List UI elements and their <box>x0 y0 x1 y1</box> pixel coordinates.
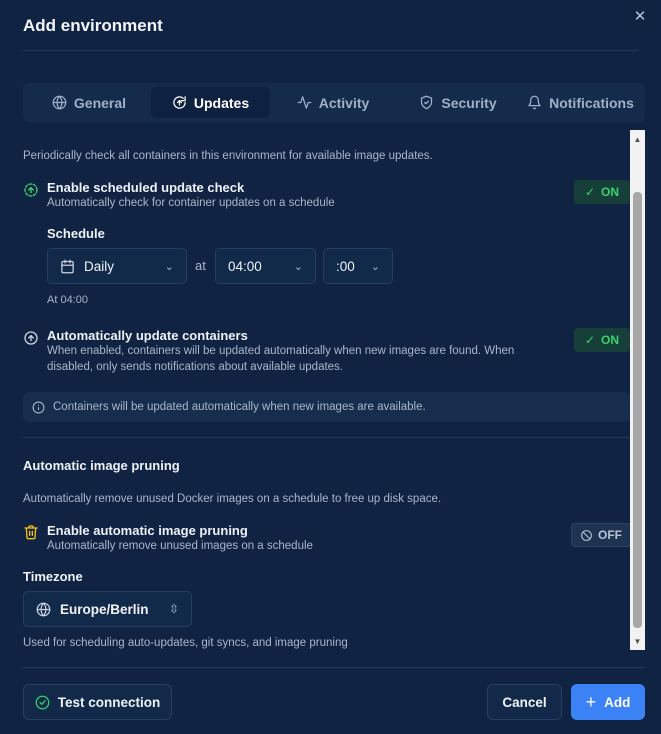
hour-value: 04:00 <box>228 258 262 274</box>
refresh-icon <box>173 96 186 109</box>
timezone-label: Timezone <box>23 569 83 584</box>
pruning-intro: Automatically remove unused Docker image… <box>23 493 442 505</box>
add-environment-dialog: Add environment ✕ General Updates Activi… <box>0 0 661 734</box>
toggle-state: ON <box>601 185 620 199</box>
scroll-up-arrow[interactable]: ▲ <box>630 132 645 146</box>
shield-icon <box>421 95 433 110</box>
scheduled-check-description: Automatically check for container update… <box>47 197 335 209</box>
hour-select[interactable]: 04:00 ⌄ <box>215 248 316 284</box>
activity-icon <box>297 96 312 109</box>
upload-circle-icon <box>23 330 39 346</box>
tab-activity[interactable]: Activity <box>270 87 396 118</box>
tab-updates[interactable]: Updates <box>151 87 270 118</box>
timezone-help: Used for scheduling auto-updates, git sy… <box>23 637 348 649</box>
pruning-enable-title: Enable automatic image pruning <box>47 523 248 538</box>
footer-divider <box>23 667 645 668</box>
updates-intro: Periodically check all containers in thi… <box>23 150 433 162</box>
frequency-select[interactable]: Daily ⌄ <box>47 248 187 284</box>
test-connection-button[interactable]: Test connection <box>23 684 172 720</box>
auto-update-info: Containers will be updated automatically… <box>23 392 630 422</box>
check-icon: ✓ <box>584 333 596 347</box>
auto-update-title: Automatically update containers <box>47 328 248 343</box>
info-text: Containers will be updated automatically… <box>53 401 426 413</box>
scroll-thumb[interactable] <box>633 192 642 628</box>
info-icon <box>32 401 45 414</box>
chevron-down-icon: ⌄ <box>370 260 380 273</box>
tab-label: General <box>73 94 127 111</box>
tab-label: Notifications <box>549 94 634 111</box>
button-label: Add <box>604 694 631 710</box>
timezone-select[interactable]: Europe/Berlin ⇳ <box>23 591 192 627</box>
schedule-label: Schedule <box>47 226 105 241</box>
schedule-summary: At 04:00 <box>47 294 88 306</box>
section-divider <box>23 437 630 438</box>
chevron-updown-icon: ⇳ <box>168 602 179 616</box>
scheduled-check-title: Enable scheduled update check <box>47 180 245 195</box>
tab-security[interactable]: Security <box>396 87 520 118</box>
scheduled-update-icon <box>23 182 39 198</box>
tab-label: Updates <box>193 94 250 111</box>
pruning-toggle[interactable]: OFF <box>571 523 630 547</box>
calendar-icon <box>60 259 75 274</box>
dialog-title: Add environment <box>23 16 163 35</box>
ban-icon <box>580 529 593 542</box>
button-label: Cancel <box>502 694 547 710</box>
auto-update-toggle[interactable]: ✓ ON <box>574 328 630 352</box>
tab-label: Security <box>441 94 497 111</box>
minute-select[interactable]: :00 ⌄ <box>323 248 393 284</box>
tab-notifications[interactable]: Notifications <box>520 87 641 118</box>
frequency-value: Daily <box>84 258 115 274</box>
tab-bar: General Updates Activity Security Notifi… <box>23 83 645 122</box>
timezone-value: Europe/Berlin <box>60 601 149 617</box>
trash-icon <box>23 524 39 540</box>
plus-icon: + <box>585 692 597 712</box>
add-button[interactable]: + Add <box>571 684 645 720</box>
toggle-state: ON <box>601 333 620 347</box>
minute-value: :00 <box>336 258 355 274</box>
scroll-down-arrow[interactable]: ▼ <box>630 634 645 648</box>
chevron-down-icon: ⌄ <box>164 260 174 273</box>
at-label: at <box>195 258 206 273</box>
cancel-button[interactable]: Cancel <box>487 684 562 720</box>
scheduled-check-toggle[interactable]: ✓ ON <box>574 180 630 204</box>
dialog-header: Add environment ✕ <box>23 8 646 51</box>
toggle-state: OFF <box>598 528 622 542</box>
auto-update-description: When enabled, containers will be updated… <box>47 345 515 373</box>
check-icon: ✓ <box>584 185 596 199</box>
updates-panel[interactable]: Periodically check all containers in thi… <box>23 130 630 650</box>
close-icon[interactable]: ✕ <box>630 6 650 26</box>
chevron-down-icon: ⌄ <box>293 260 303 273</box>
globe-icon <box>36 602 51 617</box>
check-circle-icon <box>35 695 50 710</box>
bell-icon <box>528 95 541 110</box>
button-label: Test connection <box>57 694 161 710</box>
tab-label: Activity <box>318 94 370 111</box>
content-scrollbar[interactable]: ▲ ▼ <box>630 130 645 650</box>
tab-general[interactable]: General <box>27 87 151 118</box>
pruning-heading: Automatic image pruning <box>23 458 180 473</box>
pruning-enable-description: Automatically remove unused images on a … <box>47 540 313 552</box>
globe-icon <box>52 95 67 110</box>
